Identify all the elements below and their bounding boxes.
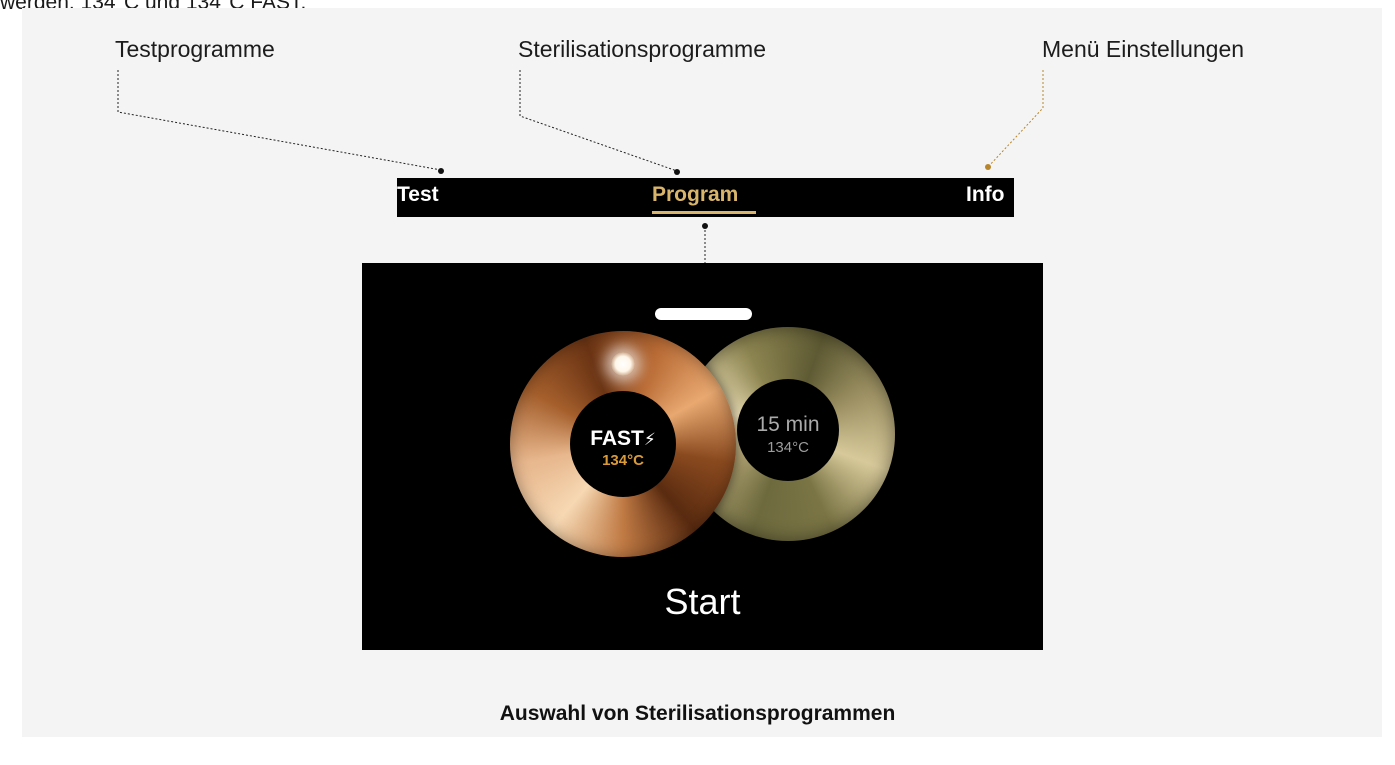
label-menu-einstellungen: Menü Einstellungen	[1042, 36, 1245, 62]
program-fast-center: FAST⚡︎ 134°C	[570, 391, 676, 497]
program-fast-temperature: 134°C	[602, 452, 644, 469]
tab-active-underline	[652, 211, 756, 214]
program-15min-temperature: 134°C	[767, 439, 809, 456]
drag-handle[interactable]	[655, 308, 752, 320]
tab-bar: Test Program Info	[397, 178, 1014, 217]
program-15min-name: 15 min	[756, 413, 820, 436]
device-screen: 15 min 134°C FAST⚡︎ 134°C Start	[362, 263, 1043, 650]
lightning-icon: ⚡︎	[643, 430, 656, 449]
figure-caption: Auswahl von Sterilisationsprogrammen	[499, 702, 896, 725]
start-button[interactable]: Start	[362, 581, 1043, 623]
program-ring-fast[interactable]: FAST⚡︎ 134°C	[510, 331, 736, 557]
tab-program[interactable]: Program	[652, 183, 738, 207]
label-testprogramme: Testprogramme	[115, 36, 275, 62]
leader-dot-program	[674, 169, 680, 175]
program-15min-center: 15 min 134°C	[737, 379, 839, 481]
tab-test[interactable]: Test	[397, 183, 439, 207]
selection-indicator-glow	[611, 352, 635, 376]
program-fast-name: FAST	[590, 427, 644, 450]
label-sterilisationsprogramme: Sterilisationsprogramme	[518, 36, 766, 62]
program-fast-name-row: FAST⚡︎	[570, 427, 676, 451]
leader-dot-test	[438, 168, 444, 174]
tab-info[interactable]: Info	[966, 183, 1004, 207]
leader-dot-info	[985, 164, 991, 170]
leader-dot-screen	[702, 223, 708, 229]
